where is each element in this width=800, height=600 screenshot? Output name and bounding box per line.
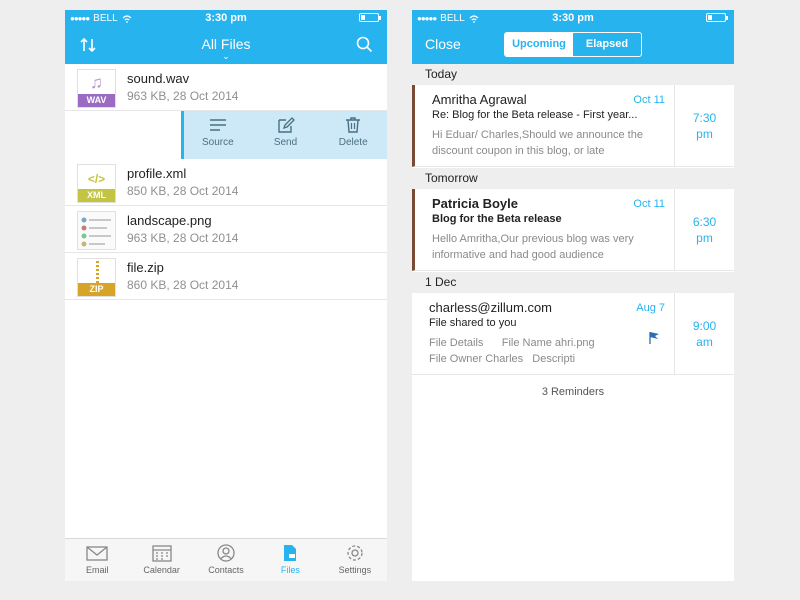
file-meta: 860 KB, 28 Oct 2014 [127, 278, 239, 292]
file-meta: 963 KB, 28 Oct 2014 [127, 89, 239, 103]
battery-icon [706, 13, 728, 22]
status-bar: ●●●●● BELL 3:30 pm [65, 10, 387, 26]
section-header: Tomorrow [412, 168, 734, 189]
mail-date: Aug 7 [636, 302, 665, 314]
mail-date: Oct 11 [633, 198, 665, 210]
file-name: file.zip [127, 260, 164, 275]
mail-icon [86, 546, 108, 561]
sender-name: Patricia Boyle [432, 196, 518, 211]
tab-contacts[interactable]: Contacts [194, 539, 258, 581]
file-row[interactable]: ZIP file.zip 860 KB, 28 Oct 2014 [65, 253, 387, 300]
file-action-bar: Source Send Delete [181, 111, 387, 159]
battery-icon [359, 13, 381, 22]
reminder-ampm: pm [696, 230, 713, 245]
preview-line: File Details File Name ahri.png [429, 337, 595, 349]
reminder-ampm: pm [696, 126, 713, 141]
calendar-icon [151, 545, 172, 562]
mail-subject: Re: Blog for the Beta release - First ye… [432, 109, 638, 121]
tab-label: Files [280, 565, 300, 575]
send-button[interactable]: Send [252, 111, 320, 159]
tab-bar: Email Calendar Contacts Files Settings [65, 538, 387, 581]
files-header: ●●●●● BELL 3:30 pm All Files ⌄ [65, 10, 387, 64]
file-meta: 963 KB, 28 Oct 2014 [127, 231, 239, 245]
status-time: 3:30 pm [552, 12, 594, 24]
flag-icon [649, 332, 659, 344]
tab-email[interactable]: Email [65, 539, 129, 581]
file-type-badge: WAV [78, 94, 115, 107]
file-type-badge: ZIP [78, 283, 115, 296]
sender-name: Amritha Agrawal [432, 92, 527, 107]
mail-subject: File shared to you [429, 317, 517, 329]
tab-label: Email [85, 565, 109, 575]
image-thumbnail [77, 211, 116, 250]
section-header: 1 Dec [412, 272, 734, 293]
mail-preview: Hi Eduar/ Charles,Should we announce the… [432, 129, 643, 157]
tab-label: Contacts [208, 565, 244, 575]
tab-calendar[interactable]: Calendar [129, 539, 193, 581]
section-header: Today [412, 64, 734, 85]
status-bar: ●●●●● BELL 3:30 pm [412, 10, 734, 26]
music-note-icon: ♫ [90, 73, 103, 92]
code-icon: </> [87, 172, 106, 186]
segment-upcoming[interactable]: Upcoming [505, 33, 573, 56]
reminders-header: ●●●●● BELL 3:30 pm Close Upcoming Elapse… [412, 10, 734, 64]
reminders-screen: ●●●●● BELL 3:30 pm Close Upcoming Elapse… [412, 10, 734, 581]
segment-elapsed[interactable]: Elapsed [573, 33, 641, 56]
source-label: Source [201, 137, 234, 148]
reminder-time: 7:30 pm [674, 85, 734, 166]
trash-icon [346, 117, 361, 133]
status-time: 3:30 pm [205, 12, 247, 24]
tab-settings[interactable]: Settings [323, 539, 387, 581]
file-row[interactable]: </> XML profile.xml 850 KB, 28 Oct 2014 [65, 159, 387, 206]
delete-label: Delete [338, 137, 368, 148]
search-icon[interactable] [356, 36, 373, 58]
tab-label: Calendar [143, 565, 180, 575]
file-name: landscape.png [127, 213, 212, 228]
file-row[interactable]: ♫ WAV sound.wav 963 KB, 28 Oct 2014 [65, 64, 387, 111]
tab-label: Settings [338, 565, 372, 575]
wav-file-thumbnail: ♫ WAV [77, 69, 116, 108]
delete-button[interactable]: Delete [319, 111, 387, 159]
mail-preview: Hello Amritha,Our previous blog was very… [432, 233, 634, 261]
file-name: profile.xml [127, 166, 187, 181]
reminder-item[interactable]: Amritha Agrawal Oct 11 Re: Blog for the … [412, 85, 734, 167]
all-files-dropdown[interactable]: All Files [65, 36, 387, 52]
source-icon [209, 119, 226, 131]
mail-preview: File Details File Name ahri.png File Owne… [429, 335, 661, 367]
gear-icon [347, 545, 363, 561]
zipper-icon [96, 261, 99, 283]
reminder-ampm: am [696, 334, 713, 349]
zip-file-thumbnail: ZIP [77, 258, 116, 297]
close-button[interactable]: Close [425, 36, 461, 52]
reminder-time: 9:00 am [674, 293, 734, 374]
xml-file-thumbnail: </> XML [77, 164, 116, 203]
file-name: sound.wav [127, 71, 190, 86]
reminder-time-value: 6:30 [692, 214, 717, 229]
reminder-item[interactable]: charless@zillum.com Aug 7 File shared to… [412, 293, 734, 375]
segmented-control: Upcoming Elapsed [504, 32, 642, 57]
reminder-time: 6:30 pm [674, 189, 734, 270]
edit-icon [277, 117, 295, 133]
contacts-icon [217, 544, 235, 562]
source-button[interactable]: Source [184, 111, 252, 159]
file-type-badge: XML [78, 189, 115, 202]
files-icon [284, 545, 297, 561]
file-meta: 850 KB, 28 Oct 2014 [127, 184, 239, 198]
mail-subject: Blog for the Beta release [432, 213, 562, 225]
reminders-count: 3 Reminders [541, 386, 605, 398]
sender-name: charless@zillum.com [429, 300, 552, 315]
reminder-time-value: 9:00 [692, 318, 717, 333]
chevron-down-icon[interactable]: ⌄ [65, 52, 387, 61]
reminder-item[interactable]: Patricia Boyle Oct 11 Blog for the Beta … [412, 189, 734, 271]
file-row[interactable]: landscape.png 963 KB, 28 Oct 2014 [65, 206, 387, 253]
reminder-time-value: 7:30 [692, 110, 717, 125]
files-screen: ●●●●● BELL 3:30 pm All Files ⌄ ♫ WAV sou… [65, 10, 387, 581]
preview-line: File Owner Charles Descripti [429, 353, 576, 365]
mail-date: Oct 11 [633, 94, 665, 106]
tab-files[interactable]: Files [258, 539, 322, 581]
send-label: Send [273, 137, 298, 148]
